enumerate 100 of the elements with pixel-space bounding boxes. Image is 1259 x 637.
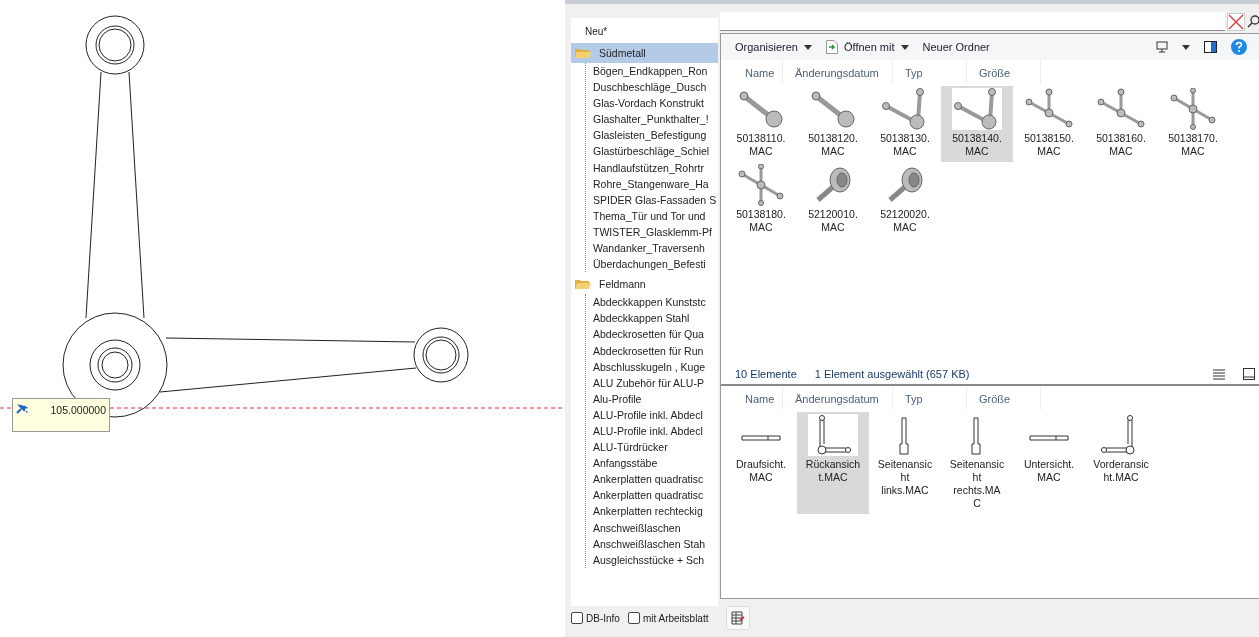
table-edit-button[interactable] (726, 606, 750, 630)
tree-item[interactable]: Abdeckrosetten für Qua (586, 326, 718, 343)
monitor-icon[interactable] (1156, 41, 1168, 53)
file-item[interactable]: 50138140. MAC (941, 86, 1013, 162)
column-header[interactable]: Name (721, 60, 783, 84)
search-field[interactable] (720, 12, 1225, 31)
tree-item[interactable]: Ankerplatten quadratisc (586, 471, 718, 488)
file-name: 50138180. MAC (736, 208, 786, 234)
file-name: 52120020. MAC (880, 208, 930, 234)
file-item[interactable]: 50138150. MAC (1013, 86, 1085, 162)
file-name: 50138110. MAC (736, 132, 786, 158)
tree-item[interactable]: Glas-Vordach Konstrukt (586, 95, 718, 112)
tree-item[interactable]: Handlaufstützen_Rohrtr (586, 159, 718, 176)
preview-pane-icon[interactable] (1204, 41, 1217, 53)
tree-item[interactable]: Ausgleichsstücke + Sch (586, 551, 718, 568)
tree-item[interactable]: ALU-Profile inkl. Abdecl (586, 422, 718, 440)
column-header[interactable]: Größe (967, 60, 1041, 84)
folder-icon (575, 47, 591, 59)
tree-item[interactable]: Wandanker_Traversenh (586, 240, 718, 257)
file-item[interactable]: 52120010. MAC (797, 162, 869, 238)
dimension-input[interactable]: 105.000000 (12, 398, 110, 432)
tree-item[interactable]: Alu-Profile (586, 390, 718, 407)
file-item[interactable]: Seitenansic ht rechts.MA C (941, 412, 1013, 514)
column-header[interactable]: Änderungsdatum (783, 60, 893, 84)
file-name: 50138160. MAC (1096, 132, 1146, 158)
tree-item[interactable]: Ankerplatten quadratisc (586, 487, 718, 504)
tree-item[interactable]: Glasleisten_Befestigung (586, 127, 718, 144)
tree-item[interactable]: Bögen_Endkappen_Ron (586, 63, 718, 80)
tree-item[interactable]: SPIDER Glas-Fassaden S (586, 191, 718, 208)
close-icon[interactable] (1227, 12, 1245, 31)
tree-item[interactable]: Thema_Tür und Tor und (586, 207, 718, 224)
folder-item[interactable]: Südmetall (571, 43, 718, 63)
tree-item[interactable]: Duschbeschläge_Dusch (586, 79, 718, 96)
file-name: Rückansich t.MAC (805, 458, 861, 484)
selection-info: 1 Element ausgewählt (657 KB) (814, 368, 970, 380)
part-thumbnail (952, 88, 1002, 130)
file-name: Seitenansic ht links.MAC (877, 458, 933, 497)
tree-item[interactable]: Abschlusskugeln , Kuge (586, 358, 718, 375)
checkbox[interactable] (571, 612, 583, 624)
organize-button[interactable]: Organisieren (735, 41, 812, 53)
file-item[interactable]: Untersicht. MAC (1013, 412, 1085, 514)
help-icon[interactable] (1231, 39, 1247, 55)
file-item[interactable]: Draufsicht. MAC (725, 412, 797, 514)
file-item[interactable]: 50138120. MAC (797, 86, 869, 162)
checkbox-label: DB-Info (586, 612, 620, 624)
tree-item[interactable]: Überdachungen_Befesti (586, 256, 718, 273)
file-item[interactable]: 50138170. MAC (1157, 86, 1229, 162)
tree-item[interactable]: ALU-Türdrücker (586, 439, 718, 456)
tree-item[interactable]: ALU-Profile inkl. Abdecl (586, 406, 718, 423)
file-name: Seitenansic ht rechts.MA C (949, 458, 1005, 510)
file-name: 50138120. MAC (808, 132, 858, 158)
checkbox[interactable] (627, 612, 640, 624)
pin-icon (16, 404, 28, 414)
file-name: 50138130. MAC (880, 132, 930, 158)
caret-icon (804, 44, 812, 50)
tree-item[interactable]: Glashalter_Punkthalter_! (586, 111, 718, 128)
column-header[interactable]: Typ (893, 386, 967, 410)
tree-item[interactable]: Anschweißlaschen Stah (586, 535, 718, 552)
tree-item[interactable]: Anschweißlaschen (586, 519, 718, 536)
view-thumbnail (808, 414, 858, 456)
column-header[interactable]: Name (721, 386, 783, 410)
column-header[interactable]: Änderungsdatum (783, 386, 893, 410)
guide-line (0, 407, 13, 409)
file-item[interactable]: 52120020. MAC (869, 162, 941, 238)
tree-item[interactable]: Abdeckrosetten für Run (586, 342, 718, 359)
file-item[interactable]: 50138110. MAC (725, 86, 797, 162)
tree-item[interactable]: TWISTER_Glasklemm-Pf (586, 223, 718, 241)
file-item[interactable]: 50138130. MAC (869, 86, 941, 162)
caret-icon (900, 44, 909, 50)
new-folder-button[interactable]: Neuer Ordner (922, 41, 990, 53)
tiles-view-icon[interactable] (1243, 368, 1255, 380)
file-name: 52120010. MAC (808, 208, 858, 234)
file-item[interactable]: Vorderansic ht.MAC (1085, 412, 1157, 514)
file-name: 50138170. MAC (1168, 132, 1218, 158)
caret-icon[interactable] (1182, 44, 1190, 50)
item-count: 10 Elemente (735, 368, 797, 380)
file-item[interactable]: 50138160. MAC (1085, 86, 1157, 162)
file-name: 50138150. MAC (1024, 132, 1074, 158)
checkbox-label: mit Arbeitsblatt (642, 612, 709, 624)
table-icon (731, 611, 745, 625)
tree-item[interactable]: Abdeckkappen Stahl (586, 310, 718, 327)
tree-item[interactable]: Ankerplatten rechteckig (586, 503, 718, 520)
folder-item[interactable]: Feldmann (571, 274, 718, 295)
file-name: Vorderansic ht.MAC (1093, 458, 1149, 484)
tree-item[interactable]: Glastürbeschläge_Schiel (586, 143, 718, 160)
tree-item[interactable]: Anfangsstäbe (586, 455, 718, 472)
tree-header: Neu* (584, 25, 609, 39)
file-item[interactable]: 50138180. MAC (725, 162, 797, 238)
file-name: 50138140. MAC (952, 132, 1002, 158)
file-icon (826, 40, 838, 54)
tree-item[interactable]: ALU Zubehör für ALU-P (586, 374, 718, 391)
file-item[interactable]: Seitenansic ht links.MAC (869, 412, 941, 514)
file-item[interactable]: Rückansich t.MAC (797, 412, 869, 514)
open-with-button[interactable]: Öffnen mit (826, 40, 909, 54)
tree-item[interactable]: Rohre_Stangenware_Ha (586, 175, 718, 192)
tree-item[interactable]: Abdeckkappen Kunststc (586, 294, 718, 311)
column-header[interactable]: Größe (967, 386, 1041, 410)
details-view-icon[interactable] (1213, 368, 1225, 380)
column-header[interactable]: Typ (893, 60, 967, 84)
folder-icon (575, 278, 591, 291)
